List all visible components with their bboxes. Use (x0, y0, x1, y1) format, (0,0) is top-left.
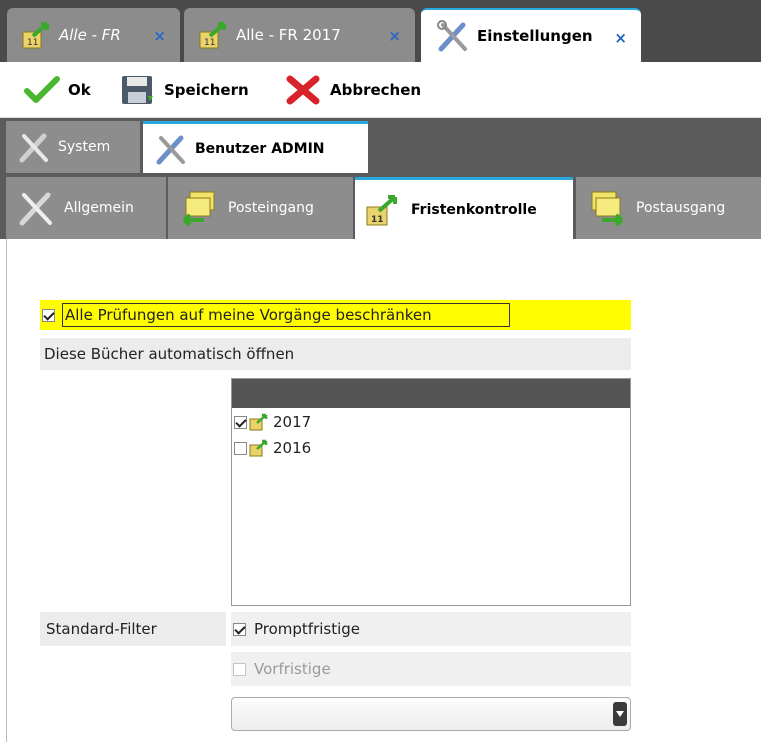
close-icon[interactable]: × (153, 27, 166, 45)
save-icon (122, 76, 153, 104)
save-label: Speichern (164, 81, 249, 99)
doc-tab-einstellungen[interactable]: Einstellungen × (421, 8, 641, 62)
section-tab-bar: System Benutzer ADMIN (0, 118, 761, 173)
filter-name: Vorfristige (254, 660, 331, 678)
books-section-label: Diese Bücher automatisch öffnen (40, 338, 631, 370)
toolbar: Ok Speichern Abbrechen (0, 62, 761, 118)
tab-label: Posteingang (228, 200, 314, 216)
book-name: 2017 (273, 413, 312, 431)
book-checkbox[interactable] (234, 441, 247, 455)
book-row-2017[interactable]: 2017 (234, 412, 311, 432)
inbox-icon (182, 191, 215, 227)
tools-icon (437, 20, 467, 52)
tab-posteingang[interactable]: Posteingang (168, 177, 353, 239)
tab-label: Allgemein (64, 200, 134, 216)
doc-tab-label: Alle - FR 2017 (236, 26, 341, 44)
restrict-label: Alle Prüfungen auf meine Vorgänge beschr… (65, 306, 432, 324)
svg-text:11: 11 (27, 38, 38, 48)
deadline-book-icon (249, 439, 268, 457)
ok-label: Ok (68, 81, 91, 99)
chevron-down-icon[interactable] (613, 702, 627, 726)
doc-tab-alle-fr-2017[interactable]: 11 Alle - FR 2017 × (184, 8, 415, 62)
svg-text:11: 11 (204, 38, 215, 48)
doc-tab-alle-fr[interactable]: 11 Alle - FR × (7, 8, 180, 62)
deadline-book-icon: 11 (366, 194, 397, 225)
tab-label: System (58, 139, 111, 155)
tab-fristenkontrolle[interactable]: 11 Fristenkontrolle (355, 177, 573, 239)
cancel-button[interactable]: Abbrechen (286, 74, 421, 106)
standard-filter-label: Standard-Filter (40, 612, 226, 646)
checkmark-icon (24, 76, 60, 103)
tab-label: Postausgang (636, 200, 726, 216)
deadline-book-icon: 11 (22, 22, 49, 49)
svg-text:11: 11 (371, 215, 384, 225)
tab-benutzer-admin[interactable]: Benutzer ADMIN (143, 121, 368, 173)
book-checkbox[interactable] (234, 415, 247, 429)
filter-row-vorfristige: Vorfristige (231, 652, 631, 686)
tab-postausgang[interactable]: Postausgang (576, 177, 761, 239)
save-button[interactable]: Speichern (120, 74, 249, 106)
tab-label: Fristenkontrolle (411, 201, 537, 218)
filter-row-promptfristige[interactable]: Promptfristige (231, 612, 631, 646)
filter-label-text: Standard-Filter (46, 620, 157, 638)
sub-tab-bar: Allgemein Posteingang 11 Fristenkontroll… (0, 173, 761, 239)
outbox-icon (591, 191, 624, 227)
cancel-label: Abbrechen (330, 81, 422, 99)
close-icon[interactable]: × (388, 27, 401, 45)
tab-system[interactable]: System (6, 121, 140, 173)
filter-checkbox (233, 662, 246, 676)
tools-icon (19, 192, 52, 226)
ok-button[interactable]: Ok (24, 74, 91, 106)
tab-label: Benutzer ADMIN (195, 140, 325, 157)
close-icon[interactable]: × (614, 29, 627, 47)
doc-tab-label: Einstellungen (477, 27, 593, 45)
deadline-book-icon: 11 (199, 22, 226, 49)
deadline-book-icon (249, 413, 268, 431)
cross-icon (286, 75, 320, 105)
tools-icon (19, 133, 48, 163)
book-list-header (232, 379, 630, 408)
book-row-2016[interactable]: 2016 (234, 438, 311, 458)
filter-dropdown[interactable] (231, 697, 631, 731)
doc-tab-label: Alle - FR (59, 26, 121, 44)
tools-icon (156, 135, 185, 164)
restrict-checkbox[interactable] (42, 309, 55, 322)
book-list[interactable]: 2017 2016 (231, 378, 631, 606)
book-name: 2016 (273, 439, 312, 457)
restrict-label-box[interactable]: Alle Prüfungen auf meine Vorgänge beschr… (62, 303, 510, 327)
tab-allgemein[interactable]: Allgemein (6, 177, 166, 239)
filter-checkbox[interactable] (233, 622, 246, 636)
document-tab-bar: 11 Alle - FR × 11 Alle - FR 2017 × Einst… (0, 0, 761, 62)
books-label-text: Diese Bücher automatisch öffnen (44, 345, 295, 363)
filter-name: Promptfristige (254, 620, 361, 638)
